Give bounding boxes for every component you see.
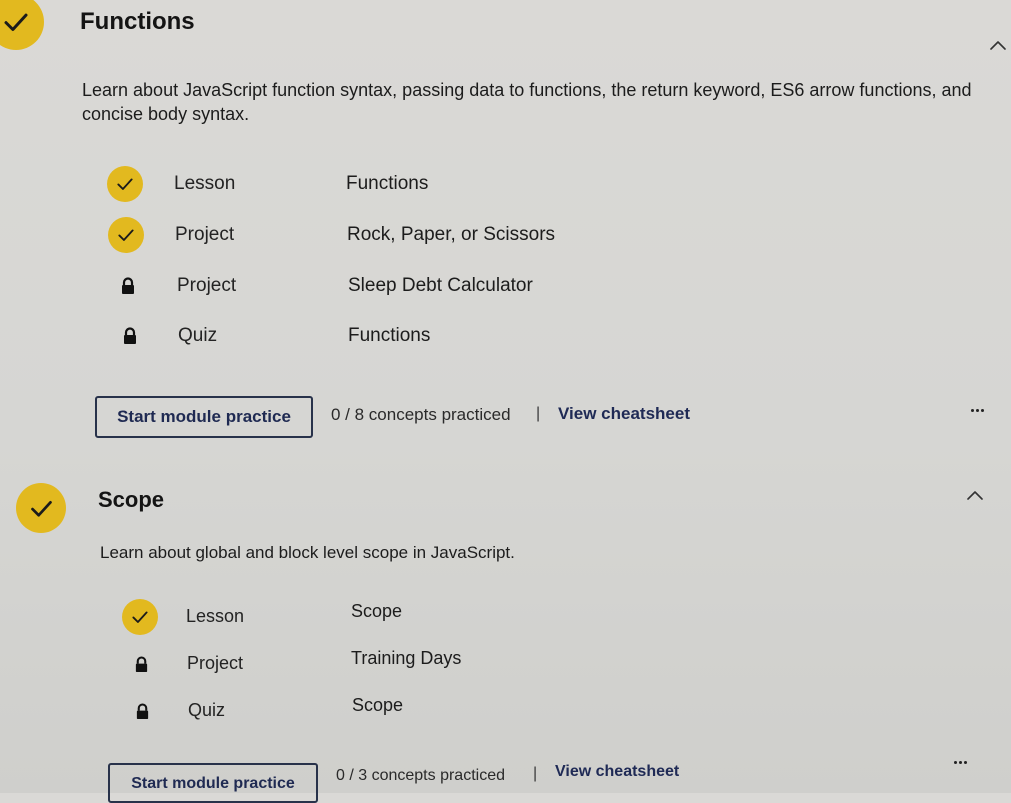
module-functions: Functions Learn about JavaScript functio… [0, 0, 1011, 460]
view-cheatsheet-link[interactable]: View cheatsheet [558, 404, 690, 424]
locked-status [112, 318, 148, 354]
concepts-practiced-count: 0 / 3 concepts practiced [336, 767, 505, 784]
module-title: Scope [98, 487, 165, 512]
module-description: Learn about JavaScript function syntax, … [82, 80, 972, 124]
module-description: Learn about global and block level scope… [100, 543, 515, 562]
completed-badge [107, 166, 143, 202]
list-item[interactable]: Lesson Scope [122, 599, 722, 635]
more-options-icon[interactable] [954, 761, 967, 764]
item-type-label: Lesson [174, 173, 236, 194]
module-complete-badge [0, 0, 44, 50]
item-type-label: Quiz [178, 325, 218, 346]
list-item[interactable]: Project Training Days [123, 646, 723, 682]
lock-icon [135, 655, 147, 672]
check-icon [132, 611, 148, 623]
item-name-label: Training Days [351, 648, 462, 668]
start-module-practice-button[interactable]: Start module practice [95, 396, 313, 438]
list-item[interactable]: Project Rock, Paper, or Scissors [108, 217, 708, 253]
list-item[interactable]: Quiz Functions [112, 318, 712, 354]
item-name-label: Functions [348, 325, 431, 346]
item-type-label: Project [177, 275, 237, 296]
module-scope: Scope Learn about global and block level… [0, 475, 1011, 803]
start-module-practice-button[interactable]: Start module practice [108, 763, 318, 803]
item-name-label: Rock, Paper, or Scissors [347, 224, 556, 245]
locked-status [123, 646, 159, 682]
item-type-label: Project [187, 653, 244, 673]
module-title: Functions [80, 8, 195, 35]
check-icon [4, 13, 28, 31]
module-complete-badge [16, 483, 66, 533]
view-cheatsheet-link[interactable]: View cheatsheet [555, 763, 679, 781]
list-item[interactable]: Lesson Functions [107, 166, 707, 202]
concepts-practiced-count: 0 / 8 concepts practiced [331, 405, 511, 424]
item-name-label: Scope [351, 601, 403, 621]
item-name-label: Functions [346, 173, 429, 194]
item-type-label: Project [175, 224, 235, 245]
chevron-up-icon[interactable] [990, 40, 1006, 50]
lock-icon [124, 327, 136, 344]
list-item[interactable]: Quiz Scope [124, 693, 724, 729]
completed-badge [108, 217, 144, 253]
check-icon [30, 500, 52, 517]
item-name-label: Sleep Debt Calculator [348, 275, 533, 296]
divider: | [533, 765, 538, 782]
completed-badge [122, 599, 158, 635]
locked-status [124, 693, 160, 729]
item-name-label: Scope [352, 695, 404, 715]
more-options-icon[interactable] [971, 409, 984, 412]
divider: | [536, 405, 541, 422]
lock-icon [136, 702, 148, 719]
list-item[interactable]: Project Sleep Debt Calculator [110, 268, 710, 304]
check-icon [117, 178, 133, 190]
item-type-label: Lesson [186, 606, 245, 626]
item-type-label: Quiz [188, 700, 226, 720]
chevron-up-icon[interactable] [967, 490, 983, 500]
lock-icon [122, 277, 134, 294]
locked-status [110, 268, 146, 304]
check-icon [118, 229, 134, 241]
